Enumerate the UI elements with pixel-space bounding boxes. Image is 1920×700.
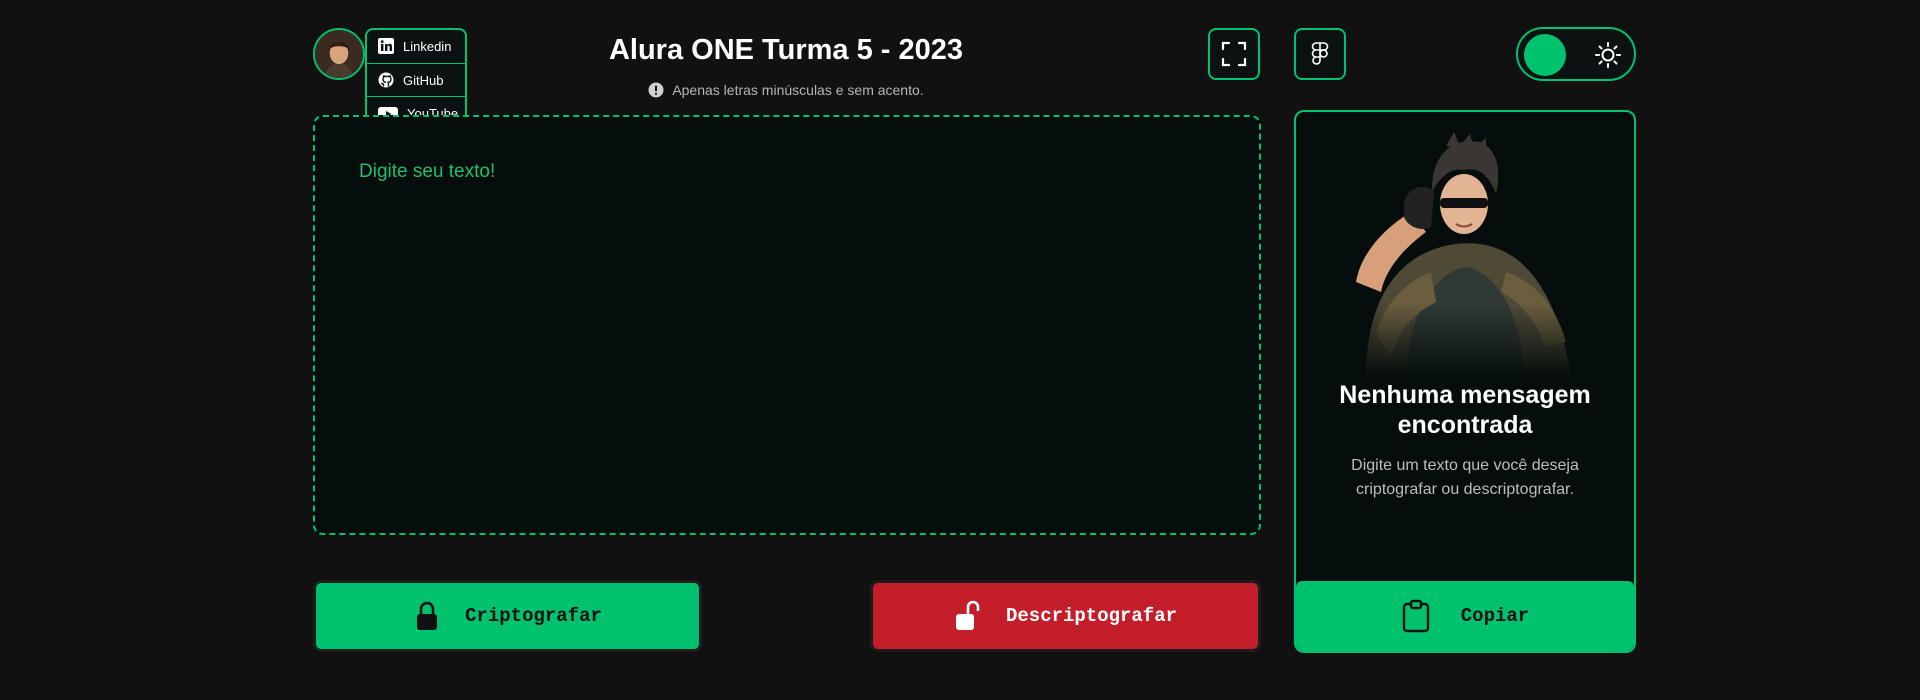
empty-state-illustration (1336, 132, 1596, 377)
github-link[interactable]: GitHub (367, 64, 465, 98)
clipboard-icon (1402, 599, 1429, 633)
input-hint: Apenas letras minúsculas e sem acento. (560, 82, 1012, 98)
lock-icon (417, 601, 438, 630)
unlock-icon (955, 600, 980, 630)
github-label: GitHub (403, 72, 444, 88)
message-input[interactable] (359, 161, 1229, 503)
empty-state-title: Nenhuma mensagem encontrada (1339, 381, 1591, 439)
encrypt-button[interactable]: Criptografar (313, 580, 702, 652)
copy-label: Copiar (1460, 605, 1530, 627)
fullscreen-icon (1221, 41, 1247, 67)
empty-state-description: Digite um texto que você deseja criptogr… (1351, 457, 1579, 498)
figma-icon (1311, 42, 1329, 65)
avatar-portrait-image (315, 30, 363, 78)
decrypt-label: Descriptografar (1005, 605, 1178, 627)
copy-button[interactable]: Copiar (1296, 581, 1634, 651)
theme-toggle[interactable] (1516, 27, 1636, 81)
linkedin-label: Linkedin (403, 38, 452, 54)
encrypt-label: Criptografar (465, 605, 602, 627)
decrypt-button[interactable]: Descriptografar (870, 580, 1261, 652)
github-icon (378, 72, 394, 88)
hint-text: Apenas letras minúsculas e sem acento. (672, 82, 924, 98)
toggle-knob (1524, 34, 1566, 76)
linkedin-link[interactable]: Linkedin (367, 30, 465, 64)
profile-avatar[interactable] (313, 28, 365, 80)
text-editor-frame (313, 115, 1261, 535)
alert-circle-icon (648, 82, 664, 98)
output-panel: Nenhuma mensagem encontrada Digite um te… (1294, 110, 1636, 653)
figma-button[interactable] (1294, 28, 1346, 80)
fullscreen-button[interactable] (1208, 28, 1260, 80)
linkedin-icon (378, 38, 394, 55)
page-title: Alura ONE Turma 5 - 2023 (608, 34, 964, 66)
sun-icon (1595, 42, 1621, 68)
